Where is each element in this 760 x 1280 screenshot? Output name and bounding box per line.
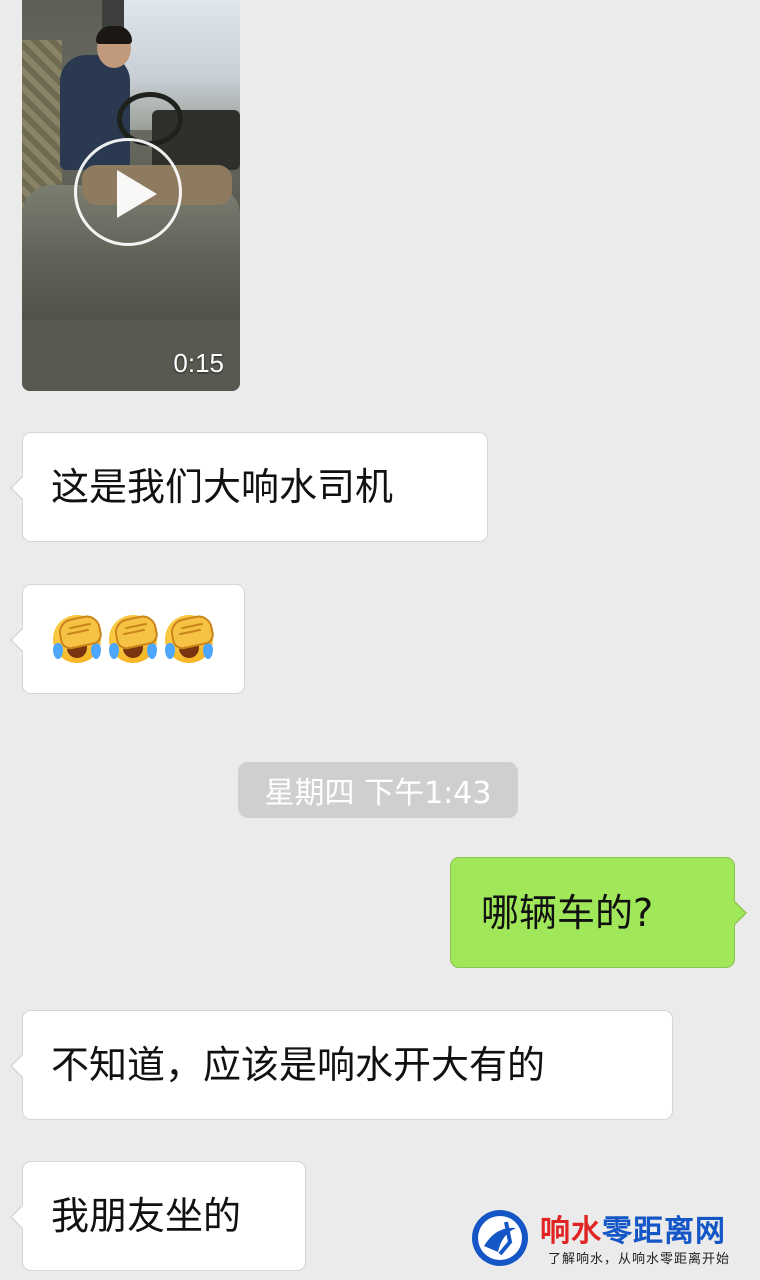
outgoing-message-bubble[interactable]: 哪辆车的? [450,857,747,968]
facepalm-crying-emoji [107,612,160,665]
video-message[interactable]: 0:15 [22,0,240,391]
video-duration: 0:15 [173,348,224,378]
incoming-message-bubble[interactable]: 我朋友坐的 [10,1161,306,1271]
site-logo-icon [472,1210,528,1266]
message-text: 这是我们大响水司机 [51,465,394,509]
watermark-subtitle: 了解响水，从响水零距离开始 [548,1252,731,1267]
watermark-title: 响水零距离网 [540,1214,726,1249]
incoming-message-bubble[interactable]: 这是我们大响水司机 [10,432,488,542]
message-text: 不知道，应该是响水开大有的 [51,1043,546,1087]
driver-hair [96,26,132,44]
message-text: 我朋友坐的 [51,1194,242,1238]
incoming-message-bubble[interactable]: 不知道，应该是响水开大有的 [10,1010,673,1120]
chat-screen: 0:15 这是我们大响水司机 星期四 下午1:43 哪辆车的? 不知道，应该是响… [0,0,760,1280]
play-icon[interactable] [117,170,157,218]
timestamp-label: 星期四 下午1:43 [238,762,518,818]
message-text: 哪辆车的? [481,890,654,935]
facepalm-crying-emoji [163,612,216,665]
incoming-emoji-bubble[interactable] [10,584,245,694]
site-watermark: 响水零距离网 了解响水，从响水零距离开始 [468,1202,758,1274]
facepalm-crying-emoji [51,612,104,665]
